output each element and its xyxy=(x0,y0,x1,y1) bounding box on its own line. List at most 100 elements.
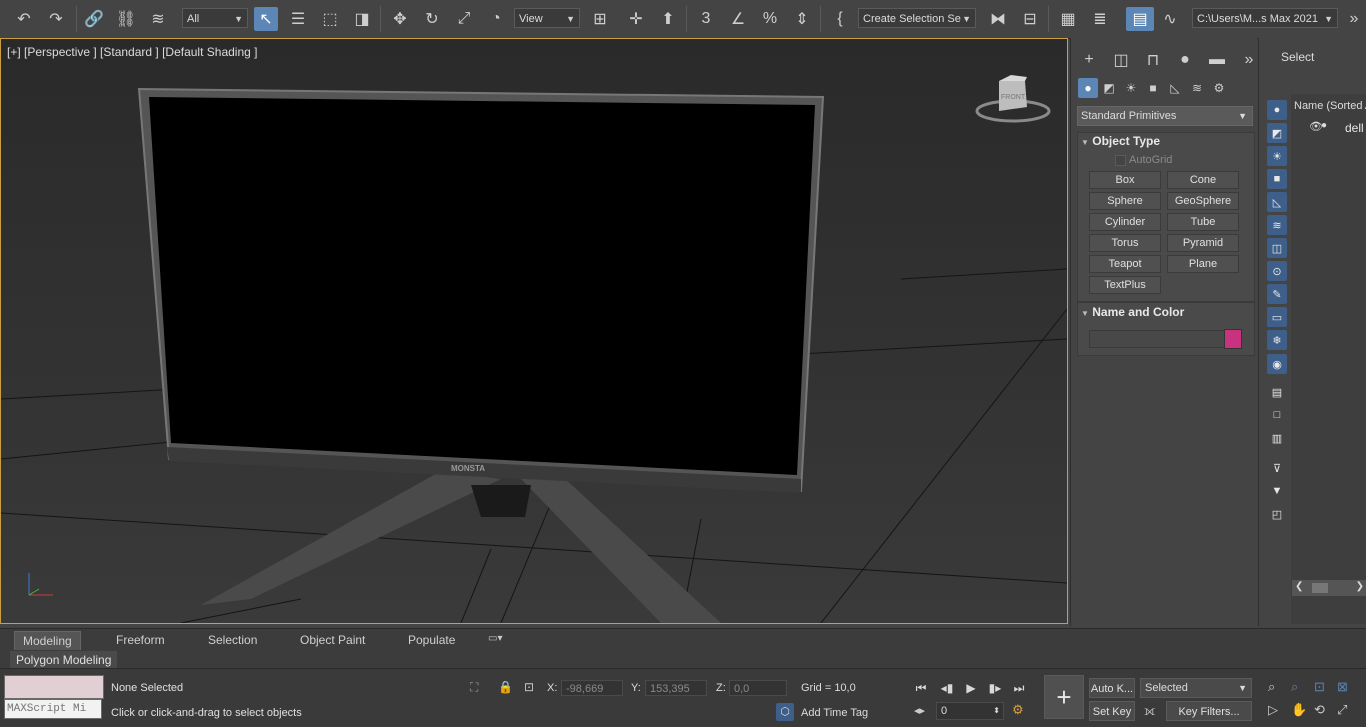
ref-coord-dropdown[interactable]: View ▼ xyxy=(514,8,580,28)
project-path-dropdown[interactable]: C:\Users\M...s Max 2021 ▼ xyxy=(1192,8,1338,28)
zoom-extents-icon[interactable]: ⊡ xyxy=(1314,679,1325,695)
keyboard-shortcut-icon[interactable]: ⬆ xyxy=(656,7,680,31)
key-mode-toggle-icon[interactable]: ◂▸ xyxy=(914,704,925,717)
name-and-color-header[interactable]: ▼ Name and Color xyxy=(1077,305,1253,325)
scrollbar-thumb[interactable] xyxy=(1312,583,1328,593)
isolate-selection-icon[interactable]: ⛶ xyxy=(470,680,478,695)
select-object-icon[interactable]: ↖ xyxy=(254,7,278,31)
teapot-button[interactable]: Teapot xyxy=(1089,255,1161,273)
display-bones-icon[interactable]: ✎ xyxy=(1267,284,1287,304)
key-mode-dropdown[interactable]: Selected ▼ xyxy=(1140,678,1252,698)
cylinder-button[interactable]: Cylinder xyxy=(1089,213,1161,231)
zoom-extents-all-icon[interactable]: ⊠ xyxy=(1337,679,1348,695)
layer-explorer-icon[interactable]: ≣ xyxy=(1088,7,1112,31)
rect-region-icon[interactable]: ⬚ xyxy=(318,7,342,31)
align-icon[interactable]: ⊟ xyxy=(1018,7,1042,31)
absolute-mode-icon[interactable]: ⊡ xyxy=(524,680,534,694)
ribbon-options-icon[interactable]: ▭▾ xyxy=(488,633,502,644)
add-time-tag[interactable]: Add Time Tag xyxy=(801,707,868,719)
z-coord-field[interactable]: 0,0 xyxy=(729,680,787,696)
perspective-viewport[interactable]: [+] [Perspective ] [Standard ] [Default … xyxy=(0,38,1068,624)
maxscript-listener[interactable] xyxy=(4,675,104,699)
go-to-start-icon[interactable]: ⏮ xyxy=(912,679,930,697)
lock-selection-icon[interactable]: 🔒 xyxy=(498,680,513,694)
snap-3-icon[interactable]: 3 xyxy=(694,7,718,31)
polygon-modeling-tab[interactable]: Polygon Modeling xyxy=(10,651,118,669)
x-coord-field[interactable]: -98,669 xyxy=(561,680,623,696)
display-spacewarps-icon[interactable]: ≋ xyxy=(1267,215,1287,235)
autogrid-checkbox[interactable]: AutoGrid xyxy=(1115,154,1172,166)
object-type-header[interactable]: ▼ Object Type xyxy=(1077,134,1253,154)
geosphere-button[interactable]: GeoSphere xyxy=(1167,192,1239,210)
explorer-select-menu[interactable]: Select xyxy=(1281,50,1314,64)
systems-icon[interactable]: ⚙ xyxy=(1209,78,1229,98)
angle-snap-icon[interactable]: ∠ xyxy=(726,7,750,31)
bind-spacewarp-icon[interactable]: ≋ xyxy=(146,7,170,31)
explorer-item[interactable]: dell xyxy=(1345,121,1364,135)
create-tab-icon[interactable]: + xyxy=(1077,48,1101,72)
named-selection-dropdown[interactable]: Create Selection Se ▼ xyxy=(858,8,976,28)
shapes-icon[interactable]: ◩ xyxy=(1099,78,1119,98)
percent-snap-icon[interactable]: % xyxy=(758,7,782,31)
undo-icon[interactable]: ↶ xyxy=(12,7,36,31)
mirror-icon[interactable]: ⧓ xyxy=(986,7,1010,31)
previous-frame-icon[interactable]: ◂▮ xyxy=(938,679,956,697)
filter-icon[interactable]: ▼ xyxy=(1267,481,1287,501)
y-coord-field[interactable]: 153,395 xyxy=(645,680,707,696)
rotate-icon[interactable]: ↻ xyxy=(420,7,444,31)
lights-icon[interactable]: ☀ xyxy=(1121,78,1141,98)
object-color-swatch[interactable] xyxy=(1224,329,1242,349)
field-of-view-icon[interactable]: ▷ xyxy=(1268,702,1278,718)
go-to-end-icon[interactable]: ⏭ xyxy=(1010,679,1028,697)
redo-icon[interactable]: ↷ xyxy=(44,7,68,31)
cameras-icon[interactable]: ■ xyxy=(1143,78,1163,98)
next-frame-icon[interactable]: ▮▸ xyxy=(986,679,1004,697)
pan-icon[interactable]: ✋ xyxy=(1291,702,1307,718)
motion-tab-icon[interactable]: ● xyxy=(1173,48,1197,72)
move-icon[interactable]: ✥ xyxy=(388,7,412,31)
sphere-button[interactable]: Sphere xyxy=(1089,192,1161,210)
key-filters-button[interactable]: Key Filters... xyxy=(1166,701,1252,721)
hierarchy-tab-icon[interactable]: ⊓ xyxy=(1141,48,1165,72)
display-none-icon[interactable]: □ xyxy=(1267,405,1287,425)
category-dropdown[interactable]: Standard Primitives ▼ xyxy=(1077,106,1253,126)
modify-tab-icon[interactable]: ◫ xyxy=(1109,48,1133,72)
scroll-left-icon[interactable]: ❮ xyxy=(1295,581,1303,592)
tab-object-paint[interactable]: Object Paint xyxy=(292,631,373,649)
zoom-all-icon[interactable]: ⌕ xyxy=(1291,679,1298,695)
display-frozen-icon[interactable]: ❄ xyxy=(1267,330,1287,350)
select-manipulate-icon[interactable]: ✛ xyxy=(624,7,648,31)
time-tag-icon[interactable]: ⬡ xyxy=(776,703,794,721)
helpers-icon[interactable]: ◺ xyxy=(1165,78,1185,98)
display-groups-icon[interactable]: ◫ xyxy=(1267,238,1287,258)
viewcube[interactable]: FRONT xyxy=(975,75,1051,123)
maxscript-input[interactable] xyxy=(4,699,102,719)
torus-button[interactable]: Torus xyxy=(1089,234,1161,252)
toggle-ribbon-icon[interactable]: ▤ xyxy=(1126,7,1154,31)
spinner-snap-icon[interactable]: ⇕ xyxy=(790,7,814,31)
set-key-button[interactable]: Set Key xyxy=(1089,701,1135,721)
display-lights-icon[interactable]: ☀ xyxy=(1267,146,1287,166)
tab-selection[interactable]: Selection xyxy=(200,631,265,649)
link-icon[interactable]: 🔗 xyxy=(82,7,106,31)
pivot-icon[interactable]: ⊞ xyxy=(588,7,612,31)
plane-button[interactable]: Plane xyxy=(1167,255,1239,273)
display-containers-icon[interactable]: ▭ xyxy=(1267,307,1287,327)
tab-freeform[interactable]: Freeform xyxy=(108,631,173,649)
display-all-icon[interactable]: ▤ xyxy=(1267,382,1287,402)
box-button[interactable]: Box xyxy=(1089,171,1161,189)
cone-button[interactable]: Cone xyxy=(1167,171,1239,189)
horizontal-scrollbar[interactable]: ❮ ❯ xyxy=(1292,580,1366,596)
spacewarps-icon[interactable]: ≋ xyxy=(1187,78,1207,98)
zoom-icon[interactable]: ⌕ xyxy=(1268,679,1275,695)
display-shapes-icon[interactable]: ◩ xyxy=(1267,123,1287,143)
maximize-viewport-icon[interactable]: ⤢ xyxy=(1337,702,1347,718)
placement-icon[interactable]: ◔ xyxy=(484,7,508,31)
textplus-button[interactable]: TextPlus xyxy=(1089,276,1161,294)
select-by-name-icon[interactable]: ☰ xyxy=(286,7,310,31)
display-xrefs-icon[interactable]: ⊙ xyxy=(1267,261,1287,281)
key-tangent-icon[interactable]: ⟗ xyxy=(1144,703,1155,719)
tab-populate[interactable]: Populate xyxy=(400,631,463,649)
filter-selected-icon[interactable]: ⊽ xyxy=(1267,458,1287,478)
window-crossing-icon[interactable]: ◨ xyxy=(350,7,374,31)
